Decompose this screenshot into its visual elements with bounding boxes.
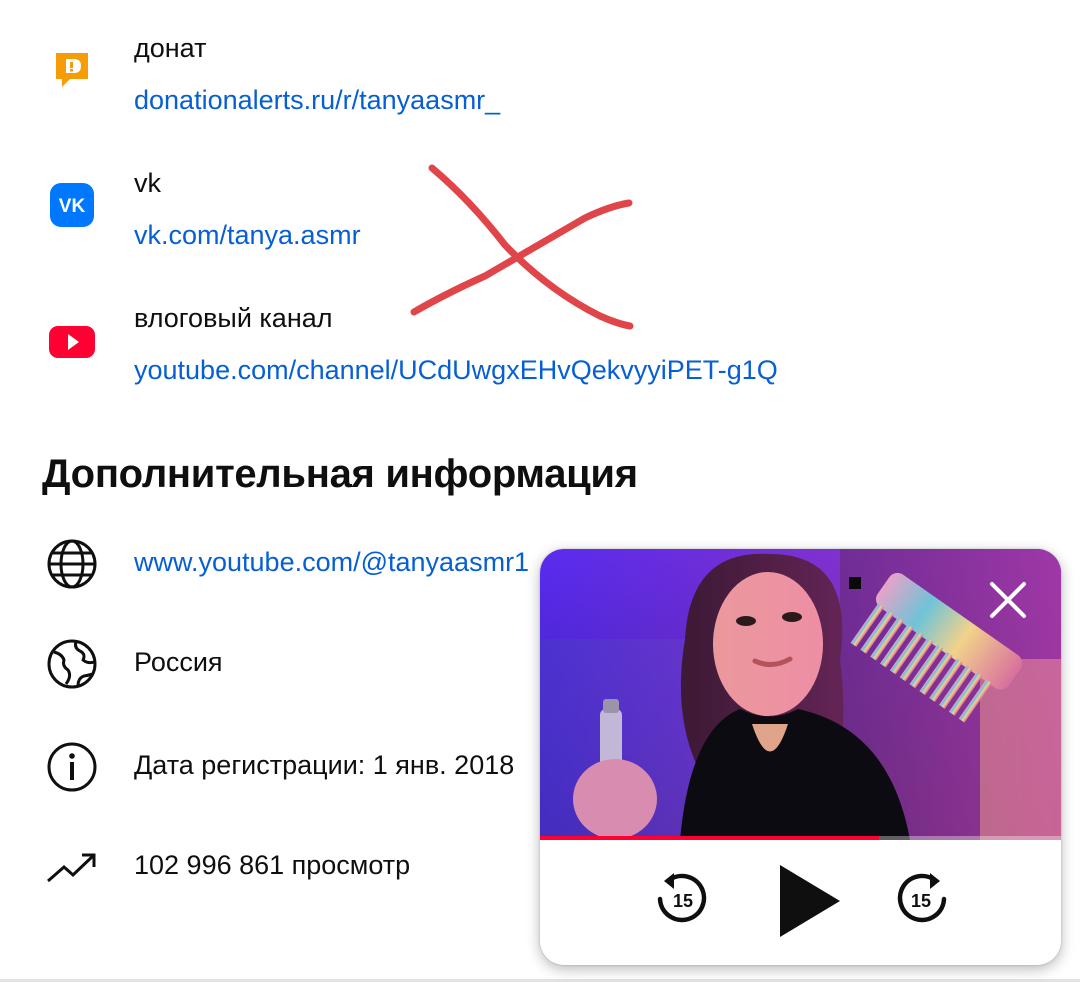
views-count-text: 102 996 861 просмотр: [134, 850, 411, 880]
vk-icon: VK: [50, 183, 94, 227]
link-url[interactable]: donationalerts.ru/r/tanyaasmr_: [134, 85, 500, 116]
link-url[interactable]: vk.com/tanya.asmr: [134, 220, 361, 251]
link-title: донат: [134, 33, 207, 63]
link-vk: VK vk vk.com/tanya.asmr: [0, 165, 1080, 265]
channel-url-link[interactable]: www.youtube.com/@tanyaasmr1: [134, 547, 529, 578]
section-title: Дополнительная информация: [42, 452, 638, 496]
donationalerts-icon: [56, 53, 88, 87]
forward-15-icon[interactable]: 15: [892, 869, 952, 929]
globe-icon: [47, 539, 97, 589]
joined-date-text: Дата регистрации: 1 янв. 2018: [134, 750, 515, 780]
player-controls: 15 15: [540, 841, 1061, 965]
info-icon: [47, 742, 97, 792]
link-title: влоговый канал: [134, 303, 333, 333]
country-text: Россия: [134, 647, 223, 677]
rewind-15-icon[interactable]: 15: [652, 869, 712, 929]
video-frame-image: [540, 549, 1061, 840]
progress-bar[interactable]: [540, 836, 1061, 840]
info-row-views: 102 996 861 просмотр: [0, 836, 560, 896]
link-title: vk: [134, 168, 161, 198]
mini-player[interactable]: 15 15: [540, 549, 1061, 965]
youtube-icon: [49, 326, 95, 358]
trending-icon: [47, 853, 96, 883]
info-row-joined-date: Дата регистрации: 1 янв. 2018: [0, 736, 560, 796]
earth-icon: [47, 639, 97, 689]
video-thumbnail[interactable]: [540, 549, 1061, 840]
info-row-country: Россия: [0, 633, 560, 693]
play-icon[interactable]: [768, 861, 848, 941]
link-donat: донат donationalerts.ru/r/tanyaasmr_: [0, 30, 1080, 130]
link-vlog-channel: влоговый канал youtube.com/channel/UCdUw…: [0, 300, 1080, 400]
link-url[interactable]: youtube.com/channel/UCdUwgxEHvQekvyyiPET…: [134, 355, 778, 386]
close-icon[interactable]: [984, 576, 1032, 624]
progress-bar-fill: [540, 836, 879, 840]
rewind-seconds-label: 15: [673, 891, 693, 911]
forward-seconds-label: 15: [911, 891, 931, 911]
svg-text:VK: VK: [59, 196, 86, 217]
info-row-channel-url: www.youtube.com/@tanyaasmr1: [0, 533, 560, 593]
